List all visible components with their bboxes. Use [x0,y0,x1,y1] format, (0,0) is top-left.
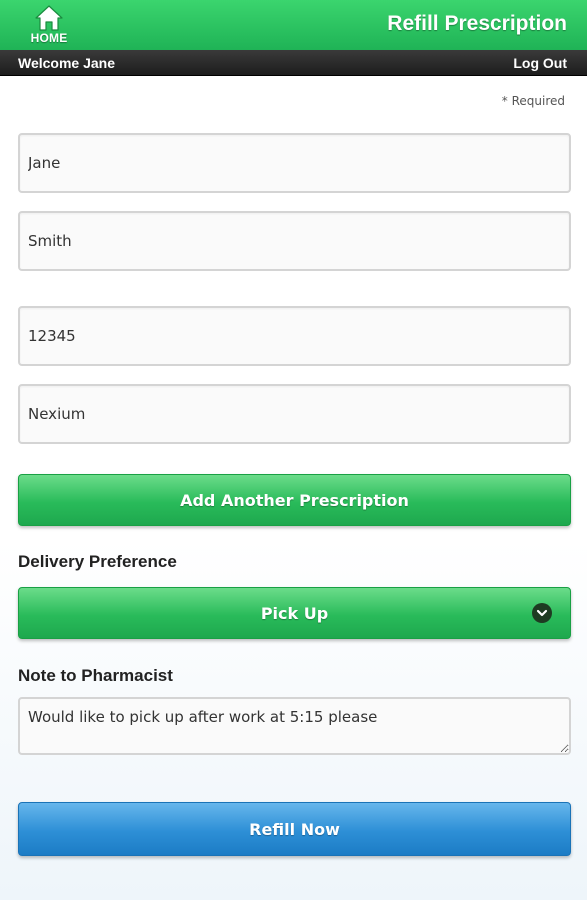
refill-now-label: Refill Now [249,819,340,839]
page-title: Refill Prescription [387,12,567,35]
last-name-field[interactable] [18,211,571,271]
home-icon [35,5,63,31]
add-prescription-label: Add Another Prescription [180,490,409,510]
add-prescription-button[interactable]: Add Another Prescription [18,474,571,526]
delivery-preference-value: Pick Up [260,603,329,623]
medication-field[interactable] [18,384,571,444]
logout-link[interactable]: Log Out [513,55,567,71]
chevron-down-icon [532,603,552,623]
home-button[interactable]: HOME [22,4,76,48]
required-note: * Required [501,94,565,108]
user-bar: Welcome Jane Log Out [0,50,587,76]
welcome-text: Welcome Jane [18,55,116,71]
delivery-preference-label: Delivery Preference [18,552,177,571]
app-header: HOME Refill Prescription [0,0,587,50]
note-label: Note to Pharmacist [18,666,173,685]
first-name-field[interactable] [18,133,571,193]
rx-number-field[interactable] [18,306,571,366]
home-label: HOME [30,31,68,45]
delivery-preference-select[interactable]: Pick Up [18,587,571,639]
note-to-pharmacist-field[interactable]: Would like to pick up after work at 5:15… [18,697,571,755]
refill-now-button[interactable]: Refill Now [18,802,571,856]
